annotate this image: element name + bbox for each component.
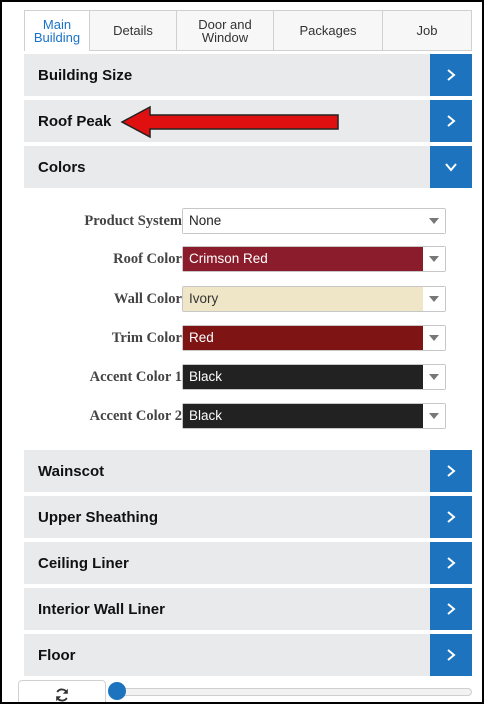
expand-button[interactable] bbox=[430, 450, 472, 492]
field-label: Trim Color bbox=[111, 330, 182, 346]
tab-packages[interactable]: Packages bbox=[273, 10, 383, 50]
select-value: None bbox=[183, 209, 423, 233]
caret-down-icon bbox=[423, 209, 445, 233]
expand-button[interactable] bbox=[430, 496, 472, 538]
section-label: Wainscot bbox=[38, 463, 105, 480]
product-system-select[interactable]: None bbox=[182, 208, 446, 234]
accent-color-2-row: Accent Color 2 Black bbox=[24, 403, 472, 429]
red-arrow-icon bbox=[120, 105, 339, 139]
section-upper-sheathing[interactable]: Upper Sheathing bbox=[24, 496, 472, 540]
section-building-size[interactable]: Building Size bbox=[24, 54, 472, 98]
expand-button[interactable] bbox=[430, 634, 472, 676]
field-label: Accent Color 1 bbox=[89, 369, 182, 385]
tab-main-building[interactable]: Main Building bbox=[24, 10, 90, 51]
select-value: Ivory bbox=[183, 287, 423, 311]
expand-button[interactable] bbox=[430, 542, 472, 584]
accent-color-2-select[interactable]: Black bbox=[182, 403, 446, 429]
chevron-right-icon bbox=[447, 115, 456, 127]
slider-track[interactable] bbox=[118, 688, 472, 696]
section-wainscot[interactable]: Wainscot bbox=[24, 450, 472, 494]
accent-color-1-select[interactable]: Black bbox=[182, 364, 446, 390]
chevron-right-icon bbox=[447, 465, 456, 477]
trim-color-row: Trim Color Red bbox=[24, 325, 472, 351]
section-label: Building Size bbox=[38, 67, 133, 84]
accent-color-1-row: Accent Color 1 Black bbox=[24, 364, 472, 390]
section-label: Colors bbox=[38, 159, 86, 176]
section-floor[interactable]: Floor bbox=[24, 634, 472, 678]
section-label: Upper Sheathing bbox=[38, 509, 159, 526]
roof-color-row: Roof Color Crimson Red bbox=[24, 246, 472, 272]
chevron-right-icon bbox=[447, 557, 456, 569]
caret-down-icon bbox=[423, 247, 445, 271]
field-label: Accent Color 2 bbox=[89, 408, 182, 424]
field-label: Wall Color bbox=[113, 291, 182, 307]
caret-down-icon bbox=[423, 326, 445, 350]
expand-button[interactable] bbox=[430, 588, 472, 630]
expand-button[interactable] bbox=[430, 54, 472, 96]
section-label: Interior Wall Liner bbox=[38, 601, 165, 618]
select-value: Black bbox=[183, 404, 423, 428]
product-system-row: Product System None bbox=[24, 208, 472, 234]
trim-color-select[interactable]: Red bbox=[182, 325, 446, 351]
tab-bar: Main Building Details Door and Window Pa… bbox=[24, 10, 472, 51]
chevron-right-icon bbox=[447, 649, 456, 661]
section-ceiling-liner[interactable]: Ceiling Liner bbox=[24, 542, 472, 586]
field-label: Roof Color bbox=[113, 251, 182, 267]
collapse-button[interactable] bbox=[430, 146, 472, 188]
bottom-bar bbox=[2, 678, 482, 702]
expand-button[interactable] bbox=[430, 100, 472, 142]
tab-details[interactable]: Details bbox=[89, 10, 177, 50]
refresh-icon bbox=[56, 688, 68, 702]
chevron-right-icon bbox=[447, 69, 456, 81]
caret-down-icon bbox=[423, 365, 445, 389]
section-label: Floor bbox=[38, 647, 76, 664]
wall-color-select[interactable]: Ivory bbox=[182, 286, 446, 312]
slider-thumb[interactable] bbox=[108, 682, 126, 700]
caret-down-icon bbox=[423, 404, 445, 428]
chevron-right-icon bbox=[447, 511, 456, 523]
select-value: Black bbox=[183, 365, 423, 389]
roof-color-select[interactable]: Crimson Red bbox=[182, 246, 446, 272]
colors-panel: Product System None Roof Color Crimson R… bbox=[24, 194, 472, 438]
chevron-right-icon bbox=[447, 603, 456, 615]
field-label: Product System bbox=[84, 213, 182, 229]
refresh-button[interactable] bbox=[18, 680, 106, 702]
tab-door-and-window[interactable]: Door and Window bbox=[176, 10, 274, 50]
section-label: Ceiling Liner bbox=[38, 555, 129, 572]
select-value: Crimson Red bbox=[183, 247, 423, 271]
wall-color-row: Wall Color Ivory bbox=[24, 286, 472, 312]
app-frame: Main Building Details Door and Window Pa… bbox=[0, 0, 484, 704]
section-label: Roof Peak bbox=[38, 113, 112, 130]
chevron-down-icon bbox=[445, 163, 457, 172]
caret-down-icon bbox=[423, 287, 445, 311]
section-interior-wall-liner[interactable]: Interior Wall Liner bbox=[24, 588, 472, 632]
tab-job[interactable]: Job bbox=[382, 10, 472, 50]
section-colors[interactable]: Colors bbox=[24, 146, 472, 190]
select-value: Red bbox=[183, 326, 423, 350]
